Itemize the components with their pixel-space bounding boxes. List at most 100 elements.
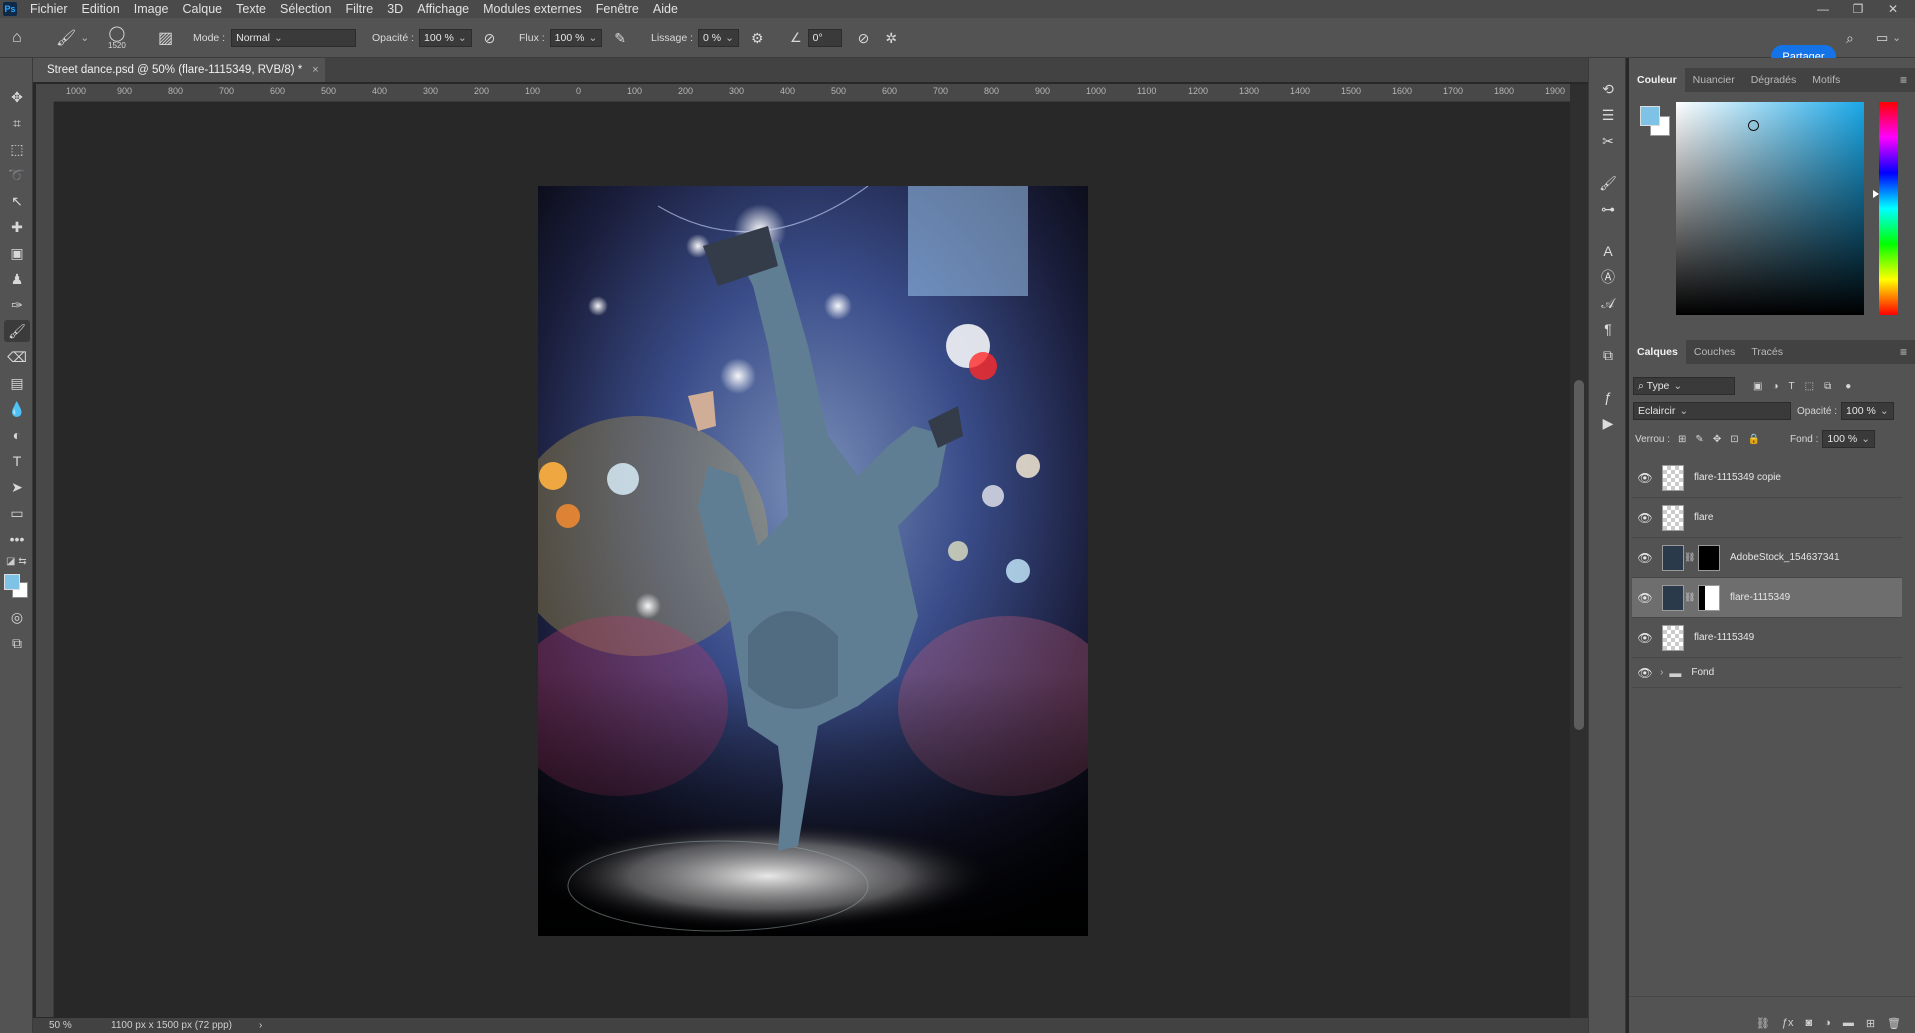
color-picker-ring[interactable] [1748, 120, 1759, 131]
color-picker-field[interactable] [1676, 102, 1864, 315]
eye-icon[interactable]: 👁 [1632, 666, 1658, 680]
menu-modules-externes[interactable]: Modules externes [476, 2, 589, 16]
tab-couches[interactable]: Couches [1686, 340, 1743, 364]
glyphs-icon[interactable]: 𝒜 [1595, 292, 1621, 314]
move-tool-icon[interactable]: ✥ [4, 86, 30, 108]
history-icon[interactable]: ⟲ [1595, 78, 1621, 100]
fx-icon[interactable]: ƒx [1782, 1017, 1794, 1029]
actions-play-icon[interactable]: ▶ [1595, 412, 1621, 434]
lock-artboard-icon[interactable]: ⊡ [1730, 434, 1738, 445]
direct-selection-icon[interactable]: ➤ [4, 476, 30, 498]
menu-fenetre[interactable]: Fenêtre [589, 2, 646, 16]
hue-slider-marker[interactable] [1873, 190, 1879, 198]
close-tab-icon[interactable]: × [312, 64, 318, 76]
layer-row[interactable]: 👁 flare-1115349 [1632, 618, 1902, 658]
opacity-field[interactable]: 100 % [419, 29, 472, 47]
layer-filter-dropdown[interactable]: ⌕ Type [1633, 377, 1735, 395]
link-icon[interactable]: ⛓ [1684, 592, 1695, 603]
adjustment-layer-icon[interactable]: ◑ [1824, 1017, 1831, 1029]
crop-tool-icon[interactable]: ⌗ [4, 112, 30, 134]
brush-tip-icon[interactable]: ◯ [109, 26, 126, 41]
symmetry-icon[interactable]: ✲ [885, 30, 897, 47]
layer-row[interactable]: 👁 ⛓ AdobeStock_154637341 [1632, 538, 1902, 578]
path-selection-icon[interactable]: ↖ [4, 190, 30, 212]
dodge-tool-icon[interactable]: ◐ [4, 424, 30, 446]
tab-traces[interactable]: Tracés [1743, 340, 1791, 364]
menu-3d[interactable]: 3D [380, 2, 410, 16]
layer-mask-thumbnail[interactable] [1698, 584, 1720, 611]
tab-calques[interactable]: Calques [1629, 340, 1686, 364]
tab-degrades[interactable]: Dégradés [1743, 68, 1805, 92]
styles-fx-icon[interactable]: ƒ [1595, 386, 1621, 408]
new-layer-icon[interactable]: ⊞ [1866, 1017, 1875, 1030]
lasso-tool-icon[interactable]: ➰ [4, 164, 30, 186]
close-window-icon[interactable]: ✕ [1875, 0, 1911, 18]
layer-opacity-field[interactable]: 100 % [1841, 402, 1894, 420]
add-mask-icon[interactable]: ◙ [1806, 1017, 1813, 1029]
tab-motifs[interactable]: Motifs [1804, 68, 1848, 92]
pressure-size-icon[interactable]: ⊘ [858, 30, 870, 47]
pressure-opacity-icon[interactable]: ⊘ [484, 30, 496, 47]
menu-filtre[interactable]: Filtre [338, 2, 380, 16]
flow-field[interactable]: 100 % [549, 29, 603, 47]
swap-colors-icon[interactable]: ◪ ⇆ [6, 556, 27, 567]
screen-mode-icon[interactable]: ⧉ [4, 632, 30, 654]
document-tab[interactable]: Street dance.psd @ 50% (flare-1115349, R… [33, 58, 325, 82]
eye-icon[interactable]: 👁 [1632, 631, 1658, 645]
menu-texte[interactable]: Texte [229, 2, 273, 16]
tab-couleur[interactable]: Couleur [1629, 68, 1685, 92]
layer-mask-thumbnail[interactable] [1698, 544, 1720, 571]
menu-fichier[interactable]: Fichier [23, 2, 75, 16]
frame-tool-icon[interactable]: ▣ [4, 242, 30, 264]
menu-affichage[interactable]: Affichage [410, 2, 476, 16]
menu-calque[interactable]: Calque [176, 2, 230, 16]
filter-toggle-icon[interactable]: ● [1845, 381, 1851, 392]
filter-shape-icon[interactable]: ⬚ [1805, 381, 1814, 392]
filter-type-icon[interactable]: T [1789, 381, 1795, 392]
layer-row[interactable]: 👁 flare [1632, 498, 1902, 538]
lock-all-icon[interactable]: 🔒 [1748, 434, 1760, 445]
minimize-icon[interactable]: — [1805, 0, 1841, 18]
link-layers-icon[interactable]: ⛓ [1756, 1017, 1770, 1030]
status-menu-arrow[interactable]: › [259, 1020, 262, 1031]
search-icon[interactable]: ⌕ [1846, 30, 1854, 47]
blend-mode-dropdown[interactable]: Eclaircir [1633, 402, 1791, 420]
type-tool-icon[interactable]: T [4, 450, 30, 472]
paragraph-styles-icon[interactable]: ⧉ [1595, 344, 1621, 366]
zoom-level[interactable]: 50 % [49, 1020, 72, 1031]
workspace-icon[interactable]: ▭ [1876, 30, 1888, 46]
marquee-tool-icon[interactable]: ⬚ [4, 138, 30, 160]
character-styles-icon[interactable]: Ⓐ [1595, 266, 1621, 288]
layer-row[interactable]: 👁 flare-1115349 copie [1632, 458, 1902, 498]
gear-icon[interactable]: ⚙ [751, 30, 764, 47]
angle-field[interactable]: 0° [807, 29, 842, 47]
menu-aide[interactable]: Aide [646, 2, 685, 16]
eyedropper-tool-icon[interactable]: ✑ [4, 294, 30, 316]
healing-brush-icon[interactable]: ✚ [4, 216, 30, 238]
lock-position-icon[interactable]: ✥ [1713, 434, 1721, 445]
link-icon[interactable]: ⛓ [1684, 552, 1695, 563]
lock-transparency-icon[interactable]: ⊞ [1678, 434, 1686, 445]
menu-edition[interactable]: Edition [75, 2, 127, 16]
chevron-down-icon[interactable]: ⌄ [80, 32, 89, 44]
tool-presets-icon[interactable]: ✂ [1595, 130, 1621, 152]
eye-icon[interactable]: 👁 [1632, 551, 1658, 565]
eye-icon[interactable]: 👁 [1632, 471, 1658, 485]
eraser-tool-icon[interactable]: ⌫ [4, 346, 30, 368]
tab-nuancier[interactable]: Nuancier [1685, 68, 1743, 92]
rectangle-tool-icon[interactable]: ▭ [4, 502, 30, 524]
brush-settings-icon[interactable]: ▨ [158, 28, 173, 48]
airbrush-icon[interactable]: ✎ [614, 30, 626, 47]
foreground-color-swatch[interactable] [4, 574, 20, 590]
character-icon[interactable]: A [1595, 240, 1621, 262]
document-canvas[interactable] [538, 186, 1088, 936]
restore-icon[interactable]: ❐ [1840, 0, 1876, 18]
hue-slider[interactable] [1879, 102, 1898, 315]
chevron-down-icon[interactable]: ⌄ [1892, 32, 1901, 44]
menu-image[interactable]: Image [127, 2, 176, 16]
panel-foreground-swatch[interactable] [1640, 106, 1660, 126]
panel-menu-icon[interactable]: ≡ [1900, 345, 1907, 359]
panel-menu-icon[interactable]: ≡ [1900, 73, 1907, 87]
brush-settings-panel-icon[interactable]: ⊶ [1595, 198, 1621, 220]
trash-icon[interactable]: 🗑 [1887, 1017, 1901, 1030]
